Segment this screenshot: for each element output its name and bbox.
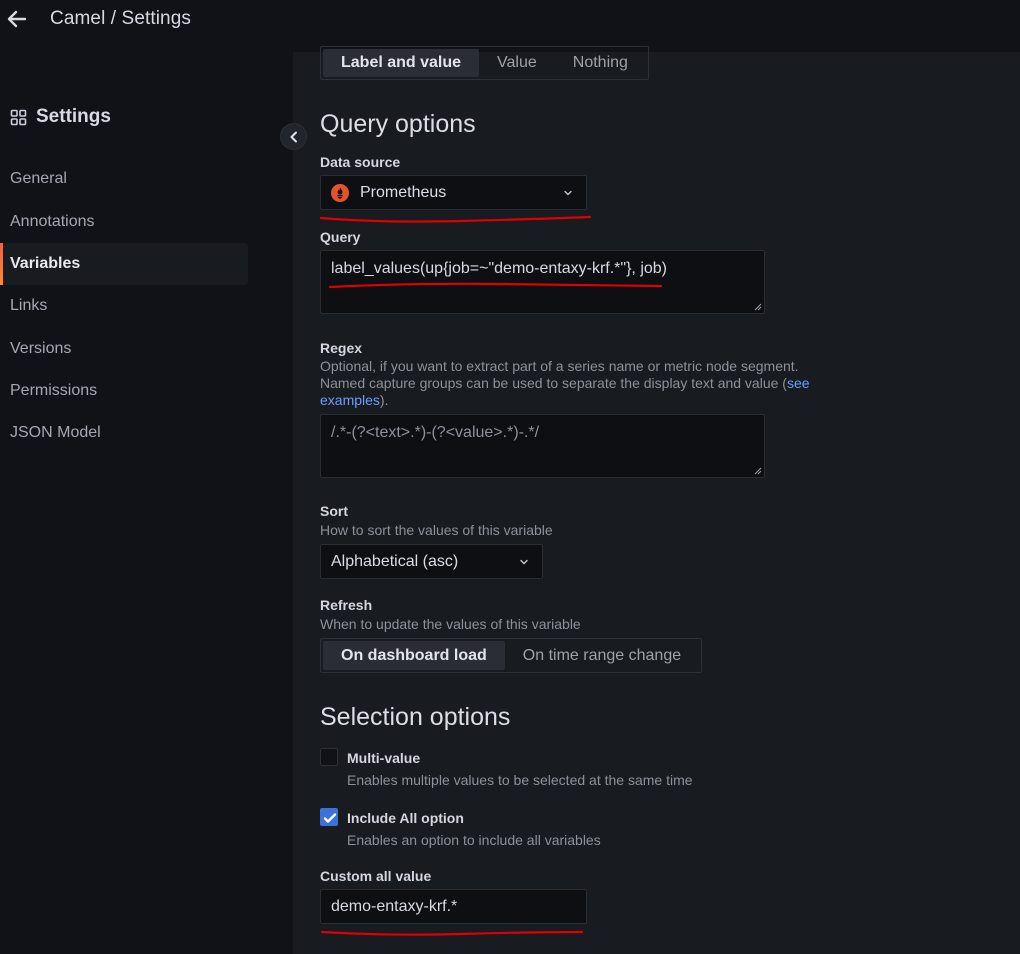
apps-grid-icon — [10, 109, 27, 125]
sidebar-item-label: Annotations — [10, 213, 95, 230]
data-source-label: Data source — [320, 154, 401, 170]
main-panel: Label and value Value Nothing Query opti… — [293, 46, 1020, 954]
sort-description: How to sort the values of this variable — [320, 522, 553, 538]
regex-textarea[interactable]: /.*-(?<text>.*)-(?<value>.*)-.*/ — [320, 414, 765, 478]
resize-grip-icon[interactable] — [753, 302, 762, 311]
sidebar-item-permissions[interactable]: Permissions — [0, 370, 248, 412]
sidebar-item-label: JSON Model — [10, 424, 101, 441]
regex-label: Regex — [320, 340, 363, 356]
see-examples-link[interactable]: see — [787, 375, 810, 391]
regex-description-line3: examples). — [320, 392, 810, 409]
regex-description: Optional, if you want to extract part of… — [320, 358, 810, 409]
include-all-label: Include All option — [347, 810, 464, 826]
chevron-down-icon — [520, 559, 528, 565]
top-bar: Camel / Settings — [0, 0, 1020, 52]
collapse-sidebar-button[interactable] — [280, 123, 307, 150]
query-textarea[interactable]: label_values(up{job=~"demo-entaxy-krf.*"… — [320, 250, 765, 314]
sidebar-item-label: Variables — [10, 255, 81, 272]
radio-value[interactable]: Value — [479, 49, 555, 77]
regex-description-text: Named capture groups can be used to sepa… — [320, 375, 787, 391]
regex-description-suffix: ). — [379, 392, 389, 408]
chevron-down-icon — [564, 190, 572, 196]
annotation-underline — [320, 930, 584, 936]
sidebar-item-links[interactable]: Links — [0, 285, 248, 327]
refresh-radio-group: On dashboard load On time range change — [320, 638, 703, 673]
refresh-label: Refresh — [320, 597, 373, 613]
include-all-description: Enables an option to include all variabl… — [347, 832, 601, 848]
radio-on-dashboard-load[interactable]: On dashboard load — [323, 641, 505, 670]
selection-options-heading: Selection options — [320, 703, 511, 731]
radio-nothing[interactable]: Nothing — [555, 49, 646, 77]
query-options-heading: Query options — [320, 110, 476, 138]
sidebar-title-label: Settings — [36, 106, 111, 127]
regex-description-line2: Named capture groups can be used to sepa… — [320, 375, 810, 392]
regex-placeholder: /.*-(?<text>.*)-(?<value>.*)-.*/ — [331, 424, 540, 441]
sidebar-item-json-model[interactable]: JSON Model — [0, 412, 248, 454]
refresh-description: When to update the values of this variab… — [320, 616, 581, 632]
sort-value: Alphabetical (asc) — [331, 552, 459, 570]
sort-select[interactable]: Alphabetical (asc) — [320, 544, 543, 579]
sidebar-title: Settings — [10, 106, 111, 128]
sidebar-item-label: Versions — [10, 340, 72, 357]
sidebar-item-label: General — [10, 170, 67, 187]
sidebar-item-label: Links — [10, 297, 48, 314]
resize-grip-icon[interactable] — [753, 466, 762, 475]
annotation-underline — [320, 215, 592, 223]
data-source-select[interactable]: Prometheus — [320, 175, 587, 210]
hide-radio-group: Label and value Value Nothing — [320, 46, 649, 80]
arrow-left-icon[interactable] — [6, 8, 28, 30]
settings-sidebar: Settings General Annotations Variables L… — [0, 52, 293, 954]
prometheus-icon — [331, 183, 349, 202]
multi-value-checkbox[interactable] — [320, 748, 338, 766]
sidebar-item-versions[interactable]: Versions — [0, 328, 248, 370]
regex-description-line1: Optional, if you want to extract part of… — [320, 358, 799, 374]
breadcrumb: Camel / Settings — [50, 8, 191, 29]
see-examples-link[interactable]: examples — [320, 392, 380, 408]
radio-on-time-range-change[interactable]: On time range change — [505, 641, 699, 670]
checkmark-icon — [323, 813, 337, 823]
multi-value-label: Multi-value — [347, 750, 421, 766]
include-all-checkbox[interactable] — [320, 808, 338, 826]
sidebar-item-general[interactable]: General — [0, 158, 248, 200]
query-label: Query — [320, 229, 361, 245]
sidebar-item-annotations[interactable]: Annotations — [0, 201, 248, 243]
data-source-value: Prometheus — [360, 183, 447, 201]
multi-value-description: Enables multiple values to be selected a… — [347, 772, 693, 788]
sort-label: Sort — [320, 503, 348, 519]
radio-label-and-value[interactable]: Label and value — [323, 49, 480, 77]
sidebar-item-variables[interactable]: Variables — [0, 243, 248, 285]
custom-all-value: demo-entaxy-krf.* — [331, 897, 458, 915]
sidebar-item-label: Permissions — [10, 382, 98, 399]
custom-all-value-input[interactable]: demo-entaxy-krf.* — [320, 889, 587, 924]
custom-all-value-label: Custom all value — [320, 868, 432, 884]
chevron-left-icon — [290, 131, 297, 142]
query-value: label_values(up{job=~"demo-entaxy-krf.*"… — [331, 260, 667, 277]
